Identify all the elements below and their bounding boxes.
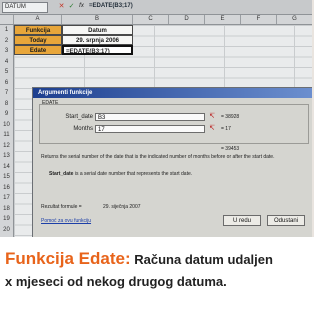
caption-text-1: Računa datum udaljen bbox=[134, 252, 273, 267]
row-header[interactable]: 14 bbox=[0, 162, 13, 172]
row-header[interactable]: 9 bbox=[0, 109, 13, 119]
months-input[interactable]: 17 bbox=[95, 125, 205, 133]
argument-help-name: Start_date bbox=[49, 171, 74, 177]
screenshot: DATUM ✕ ✓ fx =EDATE(B3;17) A B C D E F G… bbox=[0, 0, 314, 237]
row-header[interactable]: 20 bbox=[0, 225, 13, 235]
function-help-link[interactable]: Pomoć za ovu funkciju bbox=[41, 218, 91, 224]
months-label: Months bbox=[73, 126, 93, 132]
confirm-formula-icon[interactable]: ✓ bbox=[67, 2, 76, 11]
caption-line-1: Funkcija Edate: Računa datum udaljen bbox=[5, 248, 319, 271]
caption: Funkcija Edate: Računa datum udaljen x m… bbox=[5, 248, 319, 293]
collapse-dialog-icon[interactable]: ↸ bbox=[207, 113, 217, 121]
argument-help: Start_date is a serial date number that … bbox=[49, 171, 299, 177]
formula-result-label: Rezultat formule = bbox=[41, 204, 82, 210]
row-header[interactable]: 13 bbox=[0, 151, 13, 161]
row-header[interactable]: 7 bbox=[0, 88, 13, 98]
cell-b1[interactable]: Datum bbox=[62, 25, 133, 35]
function-description: Returns the serial number of the date th… bbox=[41, 154, 275, 160]
months-result: = 17 bbox=[221, 126, 231, 132]
start-date-input[interactable]: B3 bbox=[95, 113, 205, 121]
start-date-result: = 38928 bbox=[221, 114, 240, 120]
row-header[interactable]: 10 bbox=[0, 120, 13, 130]
column-header[interactable]: A bbox=[14, 15, 62, 24]
row-header[interactable]: 5 bbox=[0, 67, 13, 77]
row-header[interactable]: 6 bbox=[0, 78, 13, 88]
collapse-dialog-icon[interactable]: ↸ bbox=[207, 125, 217, 133]
function-result: = 39453 bbox=[221, 146, 240, 152]
row-header[interactable]: 1 bbox=[0, 25, 13, 35]
row-header[interactable]: 4 bbox=[0, 57, 13, 67]
dialog-title: Argumenti funkcije bbox=[38, 90, 93, 96]
row-header[interactable]: 12 bbox=[0, 141, 13, 151]
function-arguments-dialog: Argumenti funkcije EDATE Start_date B3 ↸… bbox=[32, 87, 312, 237]
formula-result-value: 29. siječnja 2007 bbox=[103, 204, 141, 210]
column-header[interactable]: F bbox=[241, 15, 277, 24]
formula-bar: DATUM ✕ ✓ fx =EDATE(B3;17) bbox=[0, 0, 312, 15]
row-header[interactable]: 17 bbox=[0, 193, 13, 203]
row-header[interactable]: 16 bbox=[0, 183, 13, 193]
caption-title: Funkcija Edate: bbox=[5, 249, 131, 268]
caption-text-2: x mjeseci od nekog drugog datuma. bbox=[5, 274, 227, 289]
cell-b3-active[interactable]: =EDATE(B3;17) bbox=[62, 45, 133, 55]
insert-function-icon[interactable]: fx bbox=[77, 2, 86, 11]
column-header[interactable]: C bbox=[133, 15, 169, 24]
arguments-group bbox=[39, 104, 309, 144]
formula-input[interactable]: =EDATE(B3;17) bbox=[89, 2, 133, 11]
start-date-label: Start_date bbox=[65, 114, 93, 120]
cell-b2[interactable]: 29. srpnja 2006 bbox=[62, 35, 133, 45]
cancel-button[interactable]: Odustani bbox=[267, 215, 305, 226]
select-all-corner[interactable] bbox=[0, 15, 14, 24]
cell-a1[interactable]: Funkcija bbox=[14, 25, 62, 35]
row-header[interactable]: 19 bbox=[0, 214, 13, 224]
page: DATUM ✕ ✓ fx =EDATE(B3;17) A B C D E F G… bbox=[0, 0, 324, 314]
row-header[interactable]: 3 bbox=[0, 46, 13, 56]
column-header[interactable]: E bbox=[205, 15, 241, 24]
row-header[interactable]: 15 bbox=[0, 172, 13, 182]
column-header[interactable]: G bbox=[277, 15, 312, 24]
row-header[interactable]: 2 bbox=[0, 36, 13, 46]
dialog-title-bar[interactable]: Argumenti funkcije bbox=[33, 88, 312, 98]
cell-a3[interactable]: Edate bbox=[14, 45, 62, 55]
row-headers: 1 2 3 4 5 6 7 8 9 10 11 12 13 14 15 16 1… bbox=[0, 25, 14, 237]
row-header[interactable]: 8 bbox=[0, 99, 13, 109]
column-header[interactable]: B bbox=[62, 15, 133, 24]
cancel-formula-icon[interactable]: ✕ bbox=[57, 2, 66, 11]
column-headers: A B C D E F G bbox=[0, 15, 312, 25]
ok-button[interactable]: U redu bbox=[223, 215, 261, 226]
row-header[interactable]: 11 bbox=[0, 130, 13, 140]
row-header[interactable]: 18 bbox=[0, 204, 13, 214]
argument-help-text: is a serial date number that represents … bbox=[74, 171, 193, 177]
cell-a2[interactable]: Today bbox=[14, 35, 62, 45]
column-header[interactable]: D bbox=[169, 15, 205, 24]
name-box[interactable]: DATUM bbox=[2, 2, 48, 13]
